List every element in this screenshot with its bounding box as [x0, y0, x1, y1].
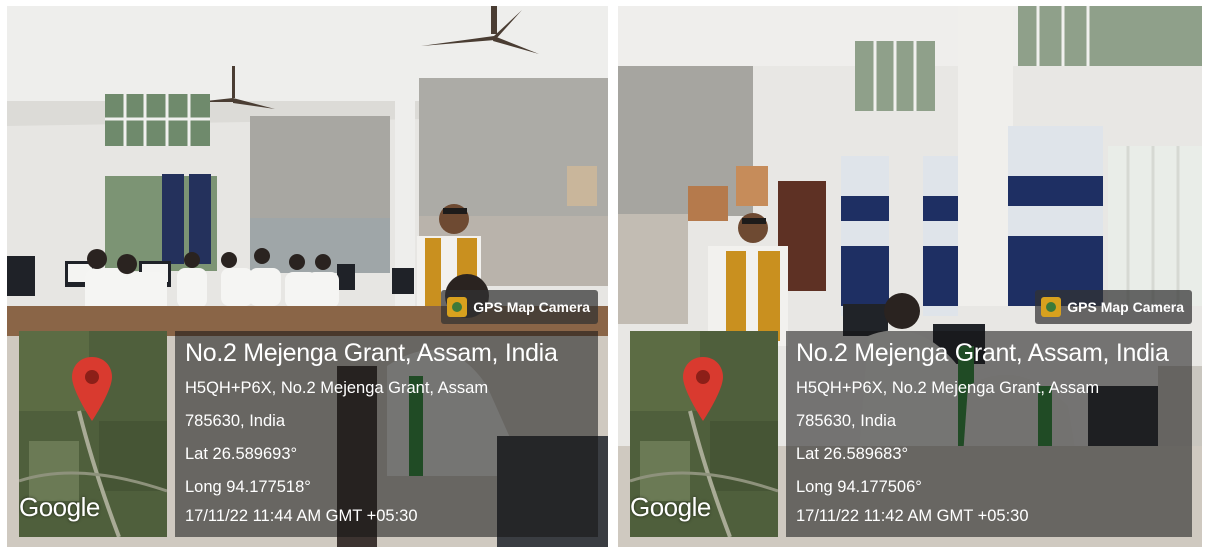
map-pin-icon: [72, 357, 112, 421]
badge-label: GPS Map Camera: [1067, 299, 1184, 315]
photo-right: GPS Map Camera Google No.2 Mejenga Grant…: [618, 6, 1202, 547]
place-title: No.2 Mejenga Grant, Assam, India: [796, 339, 1169, 367]
gps-camera-badge: GPS Map Camera: [1035, 290, 1192, 324]
longitude: Long 94.177518°: [185, 478, 311, 496]
map-thumbnail: Google: [630, 331, 778, 537]
place-title: No.2 Mejenga Grant, Assam, India: [185, 339, 558, 367]
google-watermark: Google: [630, 492, 711, 522]
location-info-panel: No.2 Mejenga Grant, Assam, India H5QH+P6…: [786, 331, 1192, 537]
timestamp: 17/11/22 11:44 AM GMT +05:30: [185, 507, 418, 525]
gps-camera-badge: GPS Map Camera: [441, 290, 598, 324]
photo-left: GPS Map Camera Google No.2 Mejenga Grant…: [7, 6, 608, 547]
map-thumbnail: Google: [19, 331, 167, 537]
latitude: Lat 26.589693°: [185, 445, 298, 463]
google-watermark: Google: [19, 492, 100, 522]
longitude: Long 94.177506°: [796, 478, 922, 496]
address-line-2: 785630, India: [796, 412, 897, 430]
timestamp: 17/11/22 11:42 AM GMT +05:30: [796, 507, 1029, 525]
gps-camera-icon: [1041, 297, 1062, 317]
latitude: Lat 26.589683°: [796, 445, 909, 463]
address-line-1: H5QH+P6X, No.2 Mejenga Grant, Assam: [185, 379, 489, 397]
address-line-2: 785630, India: [185, 412, 286, 430]
location-info-panel: No.2 Mejenga Grant, Assam, India H5QH+P6…: [175, 331, 598, 537]
gps-camera-icon: [447, 297, 468, 317]
map-pin-icon: [683, 357, 723, 421]
badge-label: GPS Map Camera: [473, 299, 590, 315]
address-line-1: H5QH+P6X, No.2 Mejenga Grant, Assam: [796, 379, 1100, 397]
